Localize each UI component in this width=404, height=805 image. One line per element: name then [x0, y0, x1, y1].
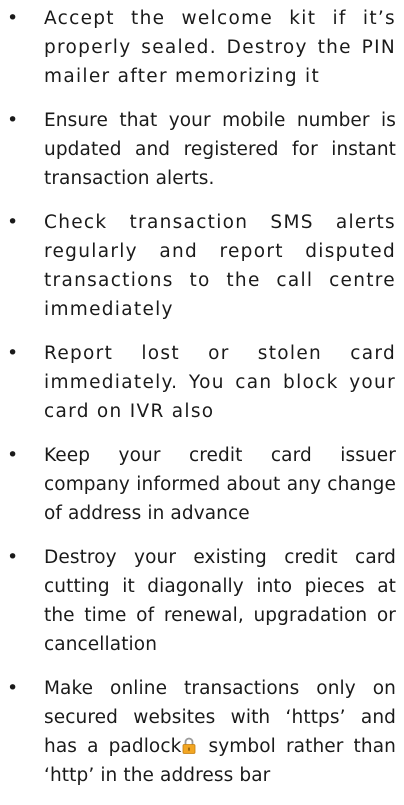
tip-text: Destroy your existing credit card cuttin… — [44, 547, 396, 655]
list-item: • Destroy your existing credit card cutt… — [0, 543, 404, 659]
tip-text: Check transaction SMS alerts regularly a… — [44, 212, 396, 320]
list-item: • Make online transactions only on secur… — [0, 674, 404, 790]
tip-text: Report lost or stolen card immediately. … — [44, 343, 396, 422]
padlock-shackle — [185, 737, 194, 745]
tip-text-secure-sites: Make online transactions only on secured… — [44, 674, 396, 790]
bullet: • — [7, 109, 19, 131]
bullet: • — [7, 211, 19, 233]
list-item: • Check transaction SMS alerts regularly… — [0, 208, 404, 324]
bullet: • — [7, 546, 19, 568]
list-item: • Accept the welcome kit if it’s properl… — [0, 0, 404, 91]
tip-text: Ensure that your mobile number is update… — [44, 110, 396, 189]
list-item: • Report lost or stolen card immediately… — [0, 339, 404, 426]
bullet: • — [7, 677, 19, 699]
safety-tips-list: • Accept the welcome kit if it’s properl… — [0, 0, 404, 805]
bullet: • — [7, 7, 19, 29]
padlock-icon — [183, 737, 196, 754]
list-item: • Ensure that your mobile number is upda… — [0, 106, 404, 193]
bullet: • — [7, 342, 19, 364]
tip-text: Accept the welcome kit if it’s properly … — [44, 8, 396, 87]
list-item: • Keep your credit card issuer company i… — [0, 441, 404, 528]
padlock-keyhole — [188, 747, 191, 751]
tip-text: Keep your credit card issuer company inf… — [44, 445, 396, 524]
bullet: • — [7, 444, 19, 466]
